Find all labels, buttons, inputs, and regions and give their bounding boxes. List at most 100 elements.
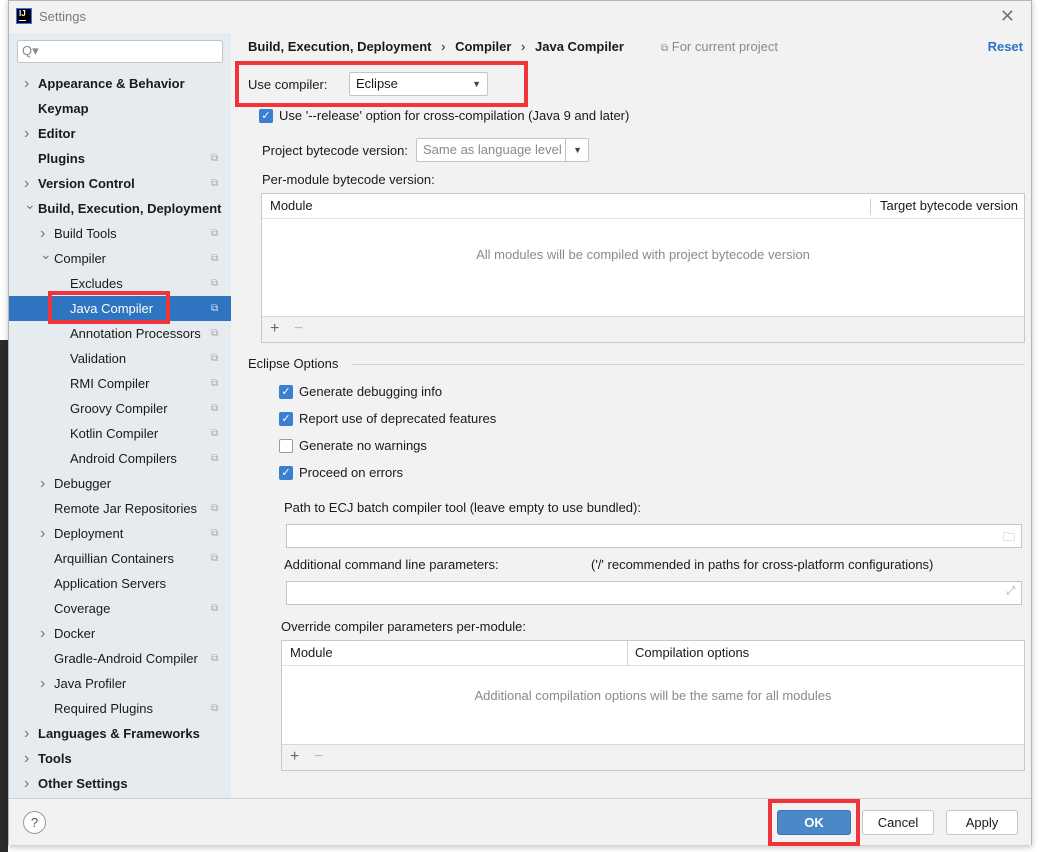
bytecode-version-label: Project bytecode version: — [262, 143, 408, 158]
chevron-down-icon[interactable]: ⌄ — [40, 242, 52, 267]
project-scope-icon: ⧉ — [211, 603, 219, 614]
sidebar-item-label: Languages & Frameworks — [38, 726, 200, 741]
sidebar-item-label: Editor — [38, 126, 76, 141]
chevron-right-icon[interactable]: › — [40, 671, 45, 696]
sidebar-item-label: Tools — [38, 751, 72, 766]
option-checkbox[interactable]: ✓ — [279, 412, 293, 426]
option-checkbox[interactable]: ✓ — [279, 466, 293, 480]
chevron-right-icon[interactable]: › — [40, 471, 45, 496]
sidebar-item-excludes[interactable]: Excludes ⧉ — [9, 271, 231, 296]
sidebar-item-editor[interactable]: › Editor — [9, 121, 231, 146]
sidebar-item-label: Arquillian Containers — [54, 551, 174, 566]
sidebar-item-label: RMI Compiler — [70, 376, 150, 391]
help-button[interactable]: ? — [23, 811, 46, 834]
sidebar-item-docker[interactable]: › Docker — [9, 621, 231, 646]
expand-icon[interactable]: ⤢ — [1006, 585, 1015, 598]
sidebar-item-android-compilers[interactable]: Android Compilers ⧉ — [9, 446, 231, 471]
column-module[interactable]: Module — [270, 194, 313, 218]
add-icon[interactable]: + — [270, 320, 279, 338]
release-option-checkbox[interactable]: ✓ — [259, 109, 273, 123]
sidebar-item-java-profiler[interactable]: › Java Profiler — [9, 671, 231, 696]
sidebar-item-label: Other Settings — [38, 776, 128, 791]
chevron-right-icon[interactable]: › — [24, 746, 29, 771]
remove-icon[interactable]: − — [294, 320, 303, 338]
sidebar-item-kotlin-compiler[interactable]: Kotlin Compiler ⧉ — [9, 421, 231, 446]
cmd-params-label: Additional command line parameters: — [284, 557, 499, 572]
use-compiler-select[interactable]: Eclipse ▼ — [349, 72, 488, 96]
sidebar-item-label: Docker — [54, 626, 96, 641]
chevron-right-icon[interactable]: › — [24, 771, 29, 796]
chevron-right-icon[interactable]: › — [24, 721, 29, 746]
project-scope-icon: ⧉ — [211, 503, 219, 514]
project-scope-icon: ⧉ — [211, 378, 219, 389]
java-compiler-panel: Build, Execution, Deployment › Compiler … — [231, 33, 1031, 798]
sidebar-item-version-control[interactable]: › Version Control ⧉ — [9, 171, 231, 196]
sidebar-item-label: Build, Execution, Deployment — [38, 201, 222, 216]
sidebar-item-application-servers[interactable]: Application Servers — [9, 571, 231, 596]
chevron-right-icon[interactable]: › — [24, 121, 29, 146]
column-compilation-options[interactable]: Compilation options — [635, 641, 749, 665]
settings-search-input[interactable]: Q▾ — [17, 40, 223, 63]
settings-dialog: IJ Settings ✕ Q▾ › Appearance & Behavior K… — [8, 0, 1032, 846]
option-checkbox[interactable]: ✓ — [279, 385, 293, 399]
sidebar-item-appearance-behavior[interactable]: › Appearance & Behavior — [9, 71, 231, 96]
sidebar-item-label: Excludes — [70, 276, 123, 291]
sidebar-item-required-plugins[interactable]: Required Plugins ⧉ — [9, 696, 231, 721]
sidebar-item-validation[interactable]: Validation ⧉ — [9, 346, 231, 371]
remove-icon[interactable]: − — [314, 748, 323, 766]
sidebar-item-groovy-compiler[interactable]: Groovy Compiler ⧉ — [9, 396, 231, 421]
ok-button[interactable]: OK — [777, 810, 851, 835]
cmd-params-input[interactable]: ⤢ — [286, 581, 1022, 605]
per-module-label: Per-module bytecode version: — [262, 172, 435, 187]
section-divider — [351, 364, 1025, 365]
sidebar-item-coverage[interactable]: Coverage ⧉ — [9, 596, 231, 621]
chevron-down-icon[interactable]: ⌄ — [24, 192, 36, 217]
sidebar-item-label: Application Servers — [54, 576, 166, 591]
column-target-bytecode[interactable]: Target bytecode version — [880, 194, 1018, 218]
add-icon[interactable]: + — [290, 748, 299, 766]
sidebar-item-gradle-android-compiler[interactable]: Gradle-Android Compiler ⧉ — [9, 646, 231, 671]
sidebar-item-remote-jar-repositories[interactable]: Remote Jar Repositories ⧉ — [9, 496, 231, 521]
cmd-params-hint: ('/' recommended in paths for cross-plat… — [591, 557, 934, 572]
option-checkbox[interactable] — [279, 439, 293, 453]
sidebar-item-debugger[interactable]: › Debugger — [9, 471, 231, 496]
breadcrumb-item: Build, Execution, Deployment — [248, 39, 432, 54]
sidebar-item-tools[interactable]: › Tools — [9, 746, 231, 771]
dialog-footer: ? OK Cancel Apply — [9, 798, 1031, 846]
sidebar-item-keymap[interactable]: Keymap — [9, 96, 231, 121]
sidebar-item-plugins[interactable]: Plugins ⧉ — [9, 146, 231, 171]
sidebar-item-build-execution-deployment[interactable]: ⌄ Build, Execution, Deployment — [9, 196, 231, 221]
background-window — [0, 340, 8, 852]
sidebar-item-label: Coverage — [54, 601, 111, 616]
sidebar-item-label: Build Tools — [54, 226, 117, 241]
ecj-path-input[interactable]: 🗀 — [286, 524, 1022, 548]
sidebar-item-label: Groovy Compiler — [70, 401, 168, 416]
project-scope-icon: ⧉ — [211, 653, 219, 664]
chevron-right-icon[interactable]: › — [40, 521, 45, 546]
project-scope-icon: ⧉ — [211, 278, 219, 289]
sidebar-item-label: Appearance & Behavior — [38, 76, 185, 91]
close-icon[interactable]: ✕ — [1000, 6, 1015, 27]
chevron-right-icon[interactable]: › — [40, 621, 45, 646]
column-module[interactable]: Module — [290, 641, 333, 665]
sidebar-item-arquillian-containers[interactable]: Arquillian Containers ⧉ — [9, 546, 231, 571]
sidebar-item-compiler[interactable]: ⌄ Compiler ⧉ — [9, 246, 231, 271]
project-scope-icon: ⧉ — [211, 528, 219, 539]
folder-browse-icon[interactable]: 🗀 — [1003, 528, 1015, 549]
project-scope-icon: ⧉ — [211, 453, 219, 464]
chevron-right-icon[interactable]: › — [24, 71, 29, 96]
ecj-path-label: Path to ECJ batch compiler tool (leave e… — [284, 500, 641, 515]
sidebar-item-java-compiler[interactable]: Java Compiler ⧉ — [9, 296, 231, 321]
sidebar-item-languages-frameworks[interactable]: › Languages & Frameworks — [9, 721, 231, 746]
dropdown-arrow-icon: ▼ — [472, 79, 481, 89]
sidebar-item-deployment[interactable]: › Deployment ⧉ — [9, 521, 231, 546]
apply-button[interactable]: Apply — [946, 810, 1018, 835]
option-label: Generate debugging info — [299, 384, 443, 399]
sidebar-item-other-settings[interactable]: › Other Settings — [9, 771, 231, 796]
sidebar-item-rmi-compiler[interactable]: RMI Compiler ⧉ — [9, 371, 231, 396]
use-compiler-value: Eclipse — [356, 76, 398, 91]
bytecode-version-select[interactable]: Same as language level ▼ — [416, 138, 589, 162]
sidebar-item-annotation-processors[interactable]: Annotation Processors ⧉ — [9, 321, 231, 346]
reset-link[interactable]: Reset — [988, 39, 1023, 54]
cancel-button[interactable]: Cancel — [862, 810, 934, 835]
